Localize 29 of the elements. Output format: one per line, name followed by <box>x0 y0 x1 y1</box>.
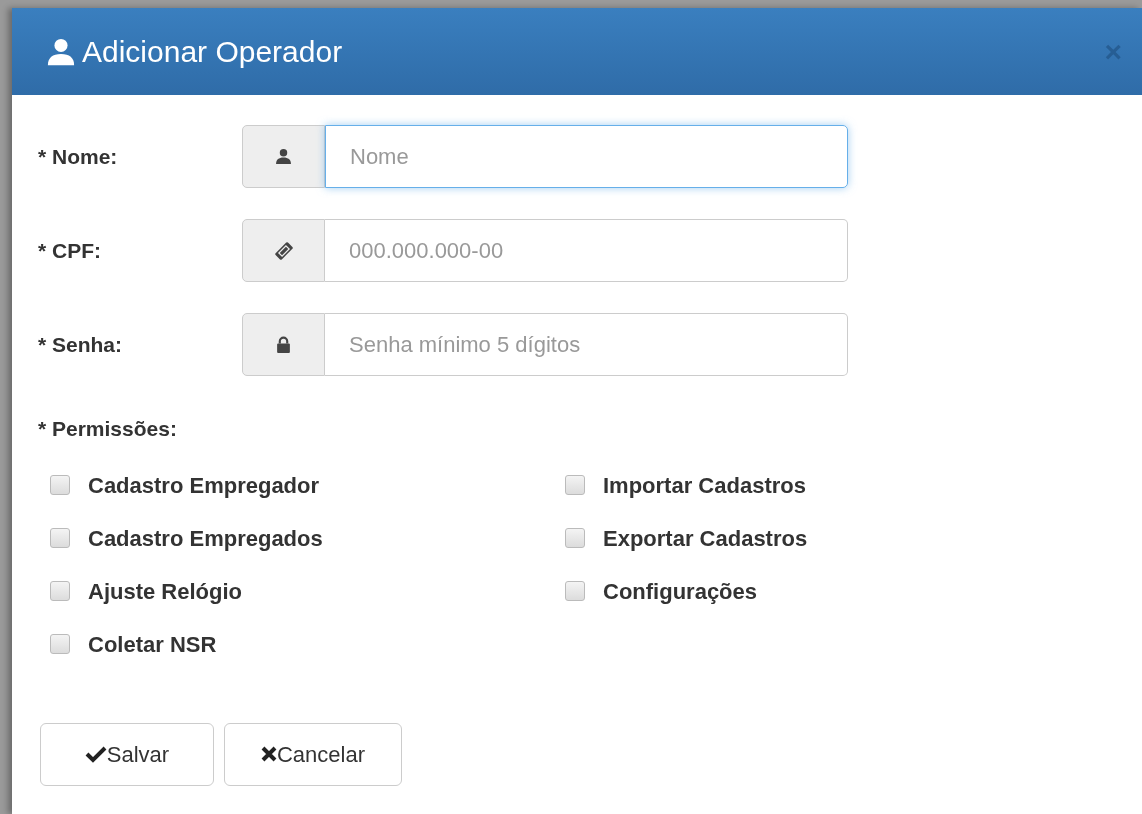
checkbox[interactable] <box>565 581 585 601</box>
field-label: * CPF: <box>38 237 102 264</box>
checkbox-label: Importar Cadastros <box>603 471 806 500</box>
dialog-title: Adicionar Operador <box>82 34 343 70</box>
checkbox-label: Configurações <box>603 577 758 606</box>
checkbox[interactable] <box>50 528 70 548</box>
checkbox[interactable] <box>565 528 585 548</box>
user-icon <box>275 148 292 165</box>
checkbox-label: Coletar NSR <box>88 630 217 659</box>
field-label: * Senha: <box>38 331 124 358</box>
field-label: * Nome: <box>38 143 119 170</box>
input-field[interactable]: Nome <box>325 125 848 188</box>
input-field[interactable]: Senha mínimo 5 dígitos <box>325 313 848 376</box>
cancel-button[interactable]: Cancelar <box>224 722 402 786</box>
input-field[interactable]: 000.000.000-00 <box>325 219 848 282</box>
checkbox[interactable] <box>50 475 70 495</box>
checkbox-label: Exportar Cadastros <box>603 524 808 553</box>
checkbox[interactable] <box>565 475 585 495</box>
close-icon <box>260 746 277 762</box>
lock-icon <box>276 336 291 353</box>
permissions-label: * Permissões: <box>38 416 178 442</box>
check-icon <box>84 745 107 763</box>
checkbox-label: Cadastro Empregador <box>88 471 320 500</box>
checkbox[interactable] <box>50 634 70 654</box>
checkbox-label: Cadastro Empregados <box>88 524 323 553</box>
user-icon <box>46 36 76 67</box>
save-button[interactable]: Salvar <box>40 722 214 786</box>
checkbox-label: Ajuste Relógio <box>88 577 242 606</box>
checkbox[interactable] <box>50 581 70 601</box>
